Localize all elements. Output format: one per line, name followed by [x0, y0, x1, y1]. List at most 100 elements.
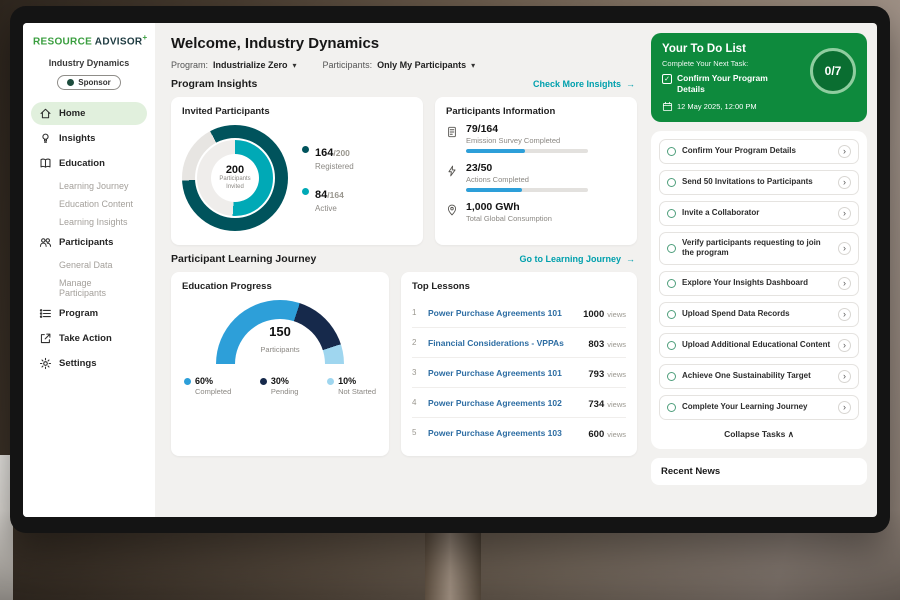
chevron-right-icon[interactable]: › — [838, 242, 851, 255]
lesson-link[interactable]: Power Purchase Agreements 103 — [428, 428, 580, 438]
org-name: Industry Dynamics — [31, 58, 147, 68]
legend-dot — [184, 378, 191, 385]
todo-task-list: Confirm Your Program Details › Send 50 I… — [651, 131, 867, 449]
participants-filter-label: Participants: — [323, 60, 373, 70]
card-title: Education Progress — [182, 281, 378, 292]
chevron-right-icon[interactable]: › — [838, 401, 851, 414]
todo-progress-ring: 0/7 — [810, 48, 856, 94]
sidebar-item-take-action[interactable]: Take Action — [31, 327, 147, 350]
sidebar-item-education-content[interactable]: Education Content — [31, 195, 147, 213]
chevron-right-icon[interactable]: › — [838, 207, 851, 220]
sidebar-item-general-data[interactable]: General Data — [31, 256, 147, 274]
todo-summary-card: Your To Do List Complete Your Next Task:… — [651, 33, 867, 122]
actions-progressbar — [466, 188, 588, 192]
todo-next-task[interactable]: ✓ Confirm Your Program Details — [662, 73, 794, 95]
emission-survey-progressbar — [466, 149, 588, 153]
chevron-right-icon[interactable]: › — [838, 339, 851, 352]
checkbox-icon[interactable]: ✓ — [662, 74, 672, 84]
gauge-center: 150 Participants — [216, 324, 344, 357]
learning-journey-section-head: Participant Learning Journey Go to Learn… — [171, 253, 635, 265]
lesson-row: 2 Financial Considerations - VPPAs 803vi… — [412, 328, 626, 358]
sidebar-item-education[interactable]: Education — [31, 152, 147, 175]
sidebar: RESOURCE ADVISOR+ Industry Dynamics Spon… — [23, 23, 155, 517]
todo-task-row[interactable]: Upload Additional Educational Content › — [659, 333, 859, 358]
task-circle-icon[interactable] — [667, 147, 676, 156]
sidebar-item-home[interactable]: Home — [31, 102, 147, 125]
recent-news-card: Recent News — [651, 458, 867, 485]
sidebar-item-insights[interactable]: Insights — [31, 127, 147, 150]
sidebar-item-learning-insights[interactable]: Learning Insights — [31, 213, 147, 231]
participants-filter-value: Only My Participants — [377, 60, 466, 70]
stat-emission-survey: 79/164 Emission Survey Completed — [446, 123, 626, 153]
sponsor-badge-wrap: Sponsor — [31, 73, 147, 91]
todo-task-row[interactable]: Explore Your Insights Dashboard › — [659, 271, 859, 296]
todo-task-row[interactable]: Send 50 Invitations to Participants › — [659, 170, 859, 195]
todo-task-row[interactable]: Confirm Your Program Details › — [659, 139, 859, 164]
sidebar-item-manage-participants[interactable]: Manage Participants — [31, 274, 147, 302]
todo-panel: Your To Do List Complete Your Next Task:… — [649, 23, 877, 517]
legend-dot — [302, 146, 309, 153]
task-circle-icon[interactable] — [667, 372, 676, 381]
lesson-link[interactable]: Financial Considerations - VPPAs — [428, 338, 580, 348]
program-insights-section-head: Program Insights Check More Insights → — [171, 78, 635, 90]
desk-scene: RESOURCE ADVISOR+ Industry Dynamics Spon… — [0, 0, 900, 600]
sponsor-icon — [67, 79, 74, 86]
top-lessons-card: Top Lessons 1 Power Purchase Agreements … — [401, 272, 637, 456]
arrow-right-icon: → — [626, 254, 635, 264]
chevron-right-icon[interactable]: › — [838, 145, 851, 158]
recent-news-title: Recent News — [661, 466, 720, 477]
task-circle-icon[interactable] — [667, 279, 676, 288]
chevron-right-icon[interactable]: › — [838, 176, 851, 189]
todo-task-row[interactable]: Achieve One Sustainability Target › — [659, 364, 859, 389]
program-filter-value: Industrialize Zero — [213, 60, 288, 70]
task-circle-icon[interactable] — [667, 403, 676, 412]
card-title: Participants Information — [446, 106, 626, 117]
app-window: RESOURCE ADVISOR+ Industry Dynamics Spon… — [23, 23, 877, 517]
lesson-link[interactable]: Power Purchase Agreements 101 — [428, 368, 580, 378]
task-circle-icon[interactable] — [667, 209, 676, 218]
sidebar-nav: Home Insights Education Learning Journey… — [31, 102, 147, 375]
collapse-tasks-link[interactable]: Collapse Tasks ∧ — [659, 426, 859, 441]
task-circle-icon[interactable] — [667, 178, 676, 187]
program-filter-dropdown[interactable]: Program: Industrialize Zero ▾ — [171, 60, 297, 70]
chevron-right-icon[interactable]: › — [838, 277, 851, 290]
external-arrow-icon — [39, 332, 52, 345]
participants-filter-dropdown[interactable]: Participants: Only My Participants ▾ — [323, 60, 476, 70]
stat-global-consumption: 1,000 GWh Total Global Consumption — [446, 201, 626, 227]
chevron-right-icon[interactable]: › — [838, 308, 851, 321]
people-icon — [39, 236, 52, 249]
arrow-right-icon: → — [626, 79, 635, 89]
sidebar-item-settings[interactable]: Settings — [31, 352, 147, 375]
section-title-program-insights: Program Insights — [171, 78, 257, 90]
sidebar-item-program[interactable]: Program — [31, 302, 147, 325]
lesson-link[interactable]: Power Purchase Agreements 102 — [428, 398, 580, 408]
donut-center: 200 Participants Invited — [211, 154, 259, 202]
go-to-learning-journey-link[interactable]: Go to Learning Journey → — [519, 254, 635, 264]
lightning-icon — [446, 164, 458, 178]
sidebar-item-label: Participants — [59, 237, 113, 248]
chevron-down-icon: ▾ — [471, 61, 475, 70]
check-more-insights-link[interactable]: Check More Insights → — [533, 79, 635, 89]
sidebar-item-participants[interactable]: Participants — [31, 231, 147, 254]
chevron-right-icon[interactable]: › — [838, 370, 851, 383]
task-circle-icon[interactable] — [667, 341, 676, 350]
home-icon — [39, 107, 52, 120]
chevron-up-icon: ∧ — [788, 429, 794, 439]
task-circle-icon[interactable] — [667, 244, 676, 253]
legend-dot — [302, 188, 309, 195]
location-pin-icon — [446, 203, 458, 217]
todo-task-row[interactable]: Upload Spend Data Records › — [659, 302, 859, 327]
todo-task-row[interactable]: Invite a Collaborator › — [659, 201, 859, 226]
page-title: Welcome, Industry Dynamics — [171, 35, 637, 52]
learning-journey-cards: Education Progress 150 Participants 60 — [171, 272, 637, 456]
sponsor-label: Sponsor — [78, 78, 110, 87]
sidebar-item-label: Program — [59, 308, 98, 319]
gear-icon — [39, 357, 52, 370]
filter-bar: Program: Industrialize Zero ▾ Participan… — [171, 60, 637, 70]
lesson-row: 4 Power Purchase Agreements 102 734views — [412, 388, 626, 418]
sidebar-item-learning-journey[interactable]: Learning Journey — [31, 177, 147, 195]
task-circle-icon[interactable] — [667, 310, 676, 319]
todo-task-row[interactable]: Verify participants requesting to join t… — [659, 232, 859, 265]
lesson-link[interactable]: Power Purchase Agreements 101 — [428, 308, 575, 318]
todo-task-row[interactable]: Complete Your Learning Journey › — [659, 395, 859, 420]
